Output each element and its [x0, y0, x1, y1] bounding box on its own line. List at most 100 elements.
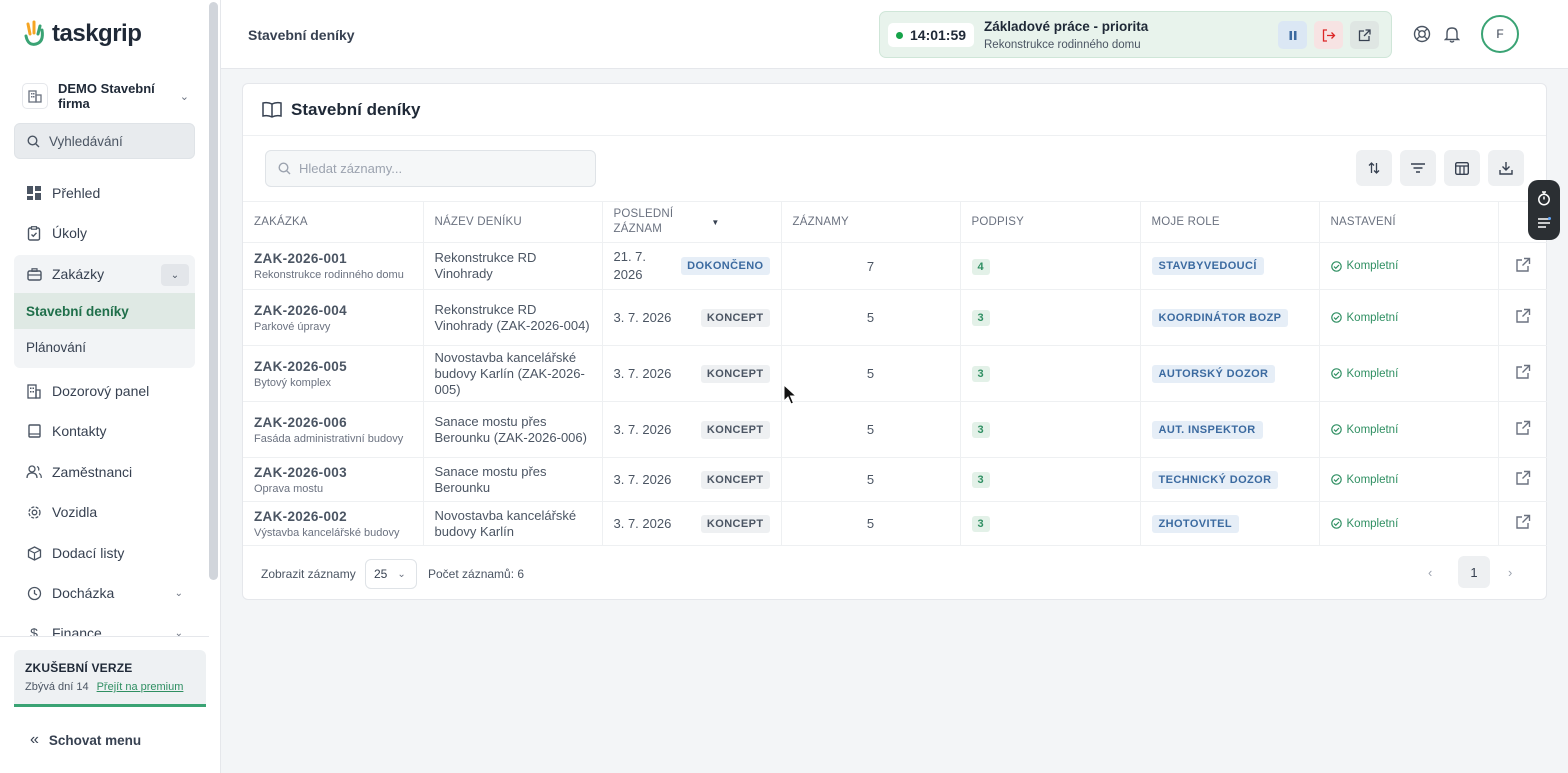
- external-link-icon[interactable]: [1515, 364, 1531, 380]
- external-link-icon[interactable]: [1515, 514, 1531, 530]
- columns-button[interactable]: [1444, 150, 1480, 186]
- cell-nazev: Rekonstrukce RD Vinohrady: [423, 242, 603, 290]
- role-badge: AUT. INSPEKTOR: [1151, 420, 1263, 439]
- signatures-badge: 3: [971, 310, 990, 326]
- floating-widget[interactable]: [1528, 180, 1560, 240]
- sort-button[interactable]: [1356, 150, 1392, 186]
- cell-role: ZHOTOVITEL: [1140, 501, 1320, 546]
- column-header-zakazka[interactable]: Zakázka: [243, 201, 424, 243]
- download-button[interactable]: [1488, 150, 1524, 186]
- column-header-nastaveni[interactable]: Nastavení: [1319, 201, 1499, 243]
- sidebar-item-dochazka[interactable]: Docházka ⌄: [14, 576, 195, 610]
- job-code[interactable]: ZAK-2026-005: [254, 359, 412, 374]
- cell-role: AUTORSKÝ DOZOR: [1140, 345, 1320, 402]
- entries-count: 5: [866, 472, 875, 487]
- sidebar-subitem-planovani[interactable]: Plánování: [14, 329, 195, 365]
- diary-name[interactable]: Rekonstrukce RD Vinohrady (ZAK-2026-004): [435, 302, 591, 334]
- records-search-input[interactable]: Hledat záznamy...: [265, 150, 596, 187]
- sidebar-item-kontakty[interactable]: Kontakty: [14, 414, 195, 448]
- chevron-left-icon[interactable]: ‹: [1428, 565, 1432, 580]
- dashboard-icon: [26, 185, 42, 201]
- diary-name[interactable]: Novostavba kancelářské budovy Karlín (ZA…: [435, 350, 591, 398]
- cell-zakazka: ZAK-2026-002 Výstavba kancelářské budovy: [243, 501, 424, 546]
- diary-name[interactable]: Sanace mostu přes Berounku (ZAK-2026-006…: [435, 414, 591, 446]
- external-link-icon[interactable]: [1515, 470, 1531, 486]
- sidebar-subitem-stavebni-deniky[interactable]: Stavební deníky: [14, 293, 195, 329]
- diary-name[interactable]: Rekonstrukce RD Vinohrady: [435, 250, 591, 282]
- entries-count: 5: [866, 366, 875, 381]
- stop-button[interactable]: [1314, 21, 1343, 49]
- sidebar-item-label: Docházka: [52, 585, 115, 601]
- table-row[interactable]: ZAK-2026-003 Oprava mostu Sanace mostu pře…: [243, 457, 1547, 502]
- page-size-value: 25: [374, 567, 388, 581]
- chevron-down-icon: ⌄: [174, 587, 183, 599]
- cell-podpisy: 3: [960, 501, 1141, 546]
- sidebar-item-dodaci-listy[interactable]: Dodací listy: [14, 536, 195, 570]
- cell-nastaveni: Kompletní: [1319, 457, 1499, 502]
- external-link-icon[interactable]: [1515, 420, 1531, 436]
- sidebar-item-ukoly[interactable]: Úkoly: [14, 216, 195, 250]
- company-switcher[interactable]: DEMO Stavební firma ⌄: [14, 77, 195, 115]
- cell-open: [1498, 289, 1547, 346]
- help-icon[interactable]: [1412, 24, 1432, 44]
- timer-clock: 14:01:59: [888, 23, 975, 47]
- logo[interactable]: taskgrip: [22, 20, 142, 48]
- job-code[interactable]: ZAK-2026-006: [254, 415, 412, 430]
- current-page-button[interactable]: 1: [1458, 556, 1490, 588]
- open-timer-button[interactable]: [1350, 21, 1379, 49]
- signatures-badge: 4: [971, 258, 990, 275]
- table-row[interactable]: ZAK-2026-001 Rekonstrukce rodinného domu R…: [243, 242, 1547, 290]
- timer-task: Základové práce - priorita: [984, 19, 1149, 34]
- job-code[interactable]: ZAK-2026-001: [254, 251, 412, 266]
- user-avatar[interactable]: F: [1481, 15, 1519, 53]
- job-client: Výstavba kancelářské budovy: [254, 526, 400, 539]
- job-client: Rekonstrukce rodinného domu: [254, 269, 404, 281]
- column-header-nazev[interactable]: Název deníku: [423, 201, 603, 243]
- sidebar-item-zamestnanci[interactable]: Zaměstnanci: [14, 455, 195, 489]
- cell-zakazka: ZAK-2026-005 Bytový komplex: [243, 345, 424, 402]
- column-header-podpisy[interactable]: Podpisy: [960, 201, 1141, 243]
- chevron-down-icon[interactable]: ⌄: [161, 264, 189, 286]
- cell-podpisy: 3: [960, 289, 1141, 346]
- column-header-role[interactable]: Moje role: [1140, 201, 1320, 243]
- external-link-icon[interactable]: [1515, 308, 1531, 324]
- filter-button[interactable]: [1400, 150, 1436, 186]
- sidebar-item-dozorovy-panel[interactable]: Dozorový panel: [14, 374, 195, 408]
- table-row[interactable]: ZAK-2026-005 Bytový komplex Novostavba kan…: [243, 345, 1547, 402]
- table-row[interactable]: ZAK-2026-006 Fasáda administrativní budov…: [243, 401, 1547, 458]
- sidebar-item-finance[interactable]: $ Finance ⌄: [14, 616, 195, 636]
- diary-name[interactable]: Novostavba kancelářské budovy Karlín: [435, 508, 591, 540]
- cell-nastaveni: Kompletní: [1319, 401, 1499, 458]
- table-row[interactable]: ZAK-2026-004 Parkové úpravy Rekonstrukce R…: [243, 289, 1547, 346]
- cell-posledni: 3. 7. 2026 KONCEPT: [602, 345, 782, 402]
- page-size-select[interactable]: 25 ⌄: [365, 559, 417, 589]
- cell-podpisy: 3: [960, 457, 1141, 502]
- column-header-zaznamy[interactable]: Záznamy: [781, 201, 961, 243]
- cell-nastaveni: Kompletní: [1319, 242, 1499, 290]
- last-entry-date: 3. 7. 2026: [613, 309, 672, 325]
- table-row[interactable]: ZAK-2026-002 Výstavba kancelářské budovy N…: [243, 501, 1547, 546]
- sidebar-item-label: Zaměstnanci: [52, 464, 133, 480]
- sidebar-item-prehled[interactable]: Přehled: [14, 176, 195, 210]
- external-link-icon[interactable]: [1515, 257, 1531, 273]
- chevron-right-icon[interactable]: ›: [1508, 565, 1512, 580]
- pause-button[interactable]: [1278, 21, 1307, 49]
- job-code[interactable]: ZAK-2026-002: [254, 509, 412, 524]
- sidebar-item-vozidla[interactable]: Vozidla: [14, 495, 195, 529]
- upgrade-link[interactable]: Přejít na premium: [97, 681, 184, 693]
- setting-status: Kompletní: [1346, 423, 1399, 436]
- bell-icon[interactable]: [1442, 24, 1462, 44]
- sidebar-search[interactable]: Vyhledávání: [14, 123, 195, 159]
- signatures-badge: 3: [971, 366, 990, 382]
- cell-open: [1498, 345, 1547, 402]
- cell-role: AUT. INSPEKTOR: [1140, 401, 1320, 458]
- sidebar-scrollbar[interactable]: [209, 2, 218, 580]
- role-badge: ZHOTOVITEL: [1151, 514, 1239, 533]
- hide-menu-button[interactable]: « Schovat menu: [30, 731, 141, 749]
- sort-icon: [1368, 162, 1380, 174]
- logout-icon: [1322, 28, 1335, 42]
- diary-name[interactable]: Sanace mostu přes Berounku: [435, 464, 591, 496]
- column-header-posledni[interactable]: Poslední záznam ▼: [602, 201, 782, 243]
- job-code[interactable]: ZAK-2026-004: [254, 303, 412, 318]
- job-code[interactable]: ZAK-2026-003: [254, 465, 412, 480]
